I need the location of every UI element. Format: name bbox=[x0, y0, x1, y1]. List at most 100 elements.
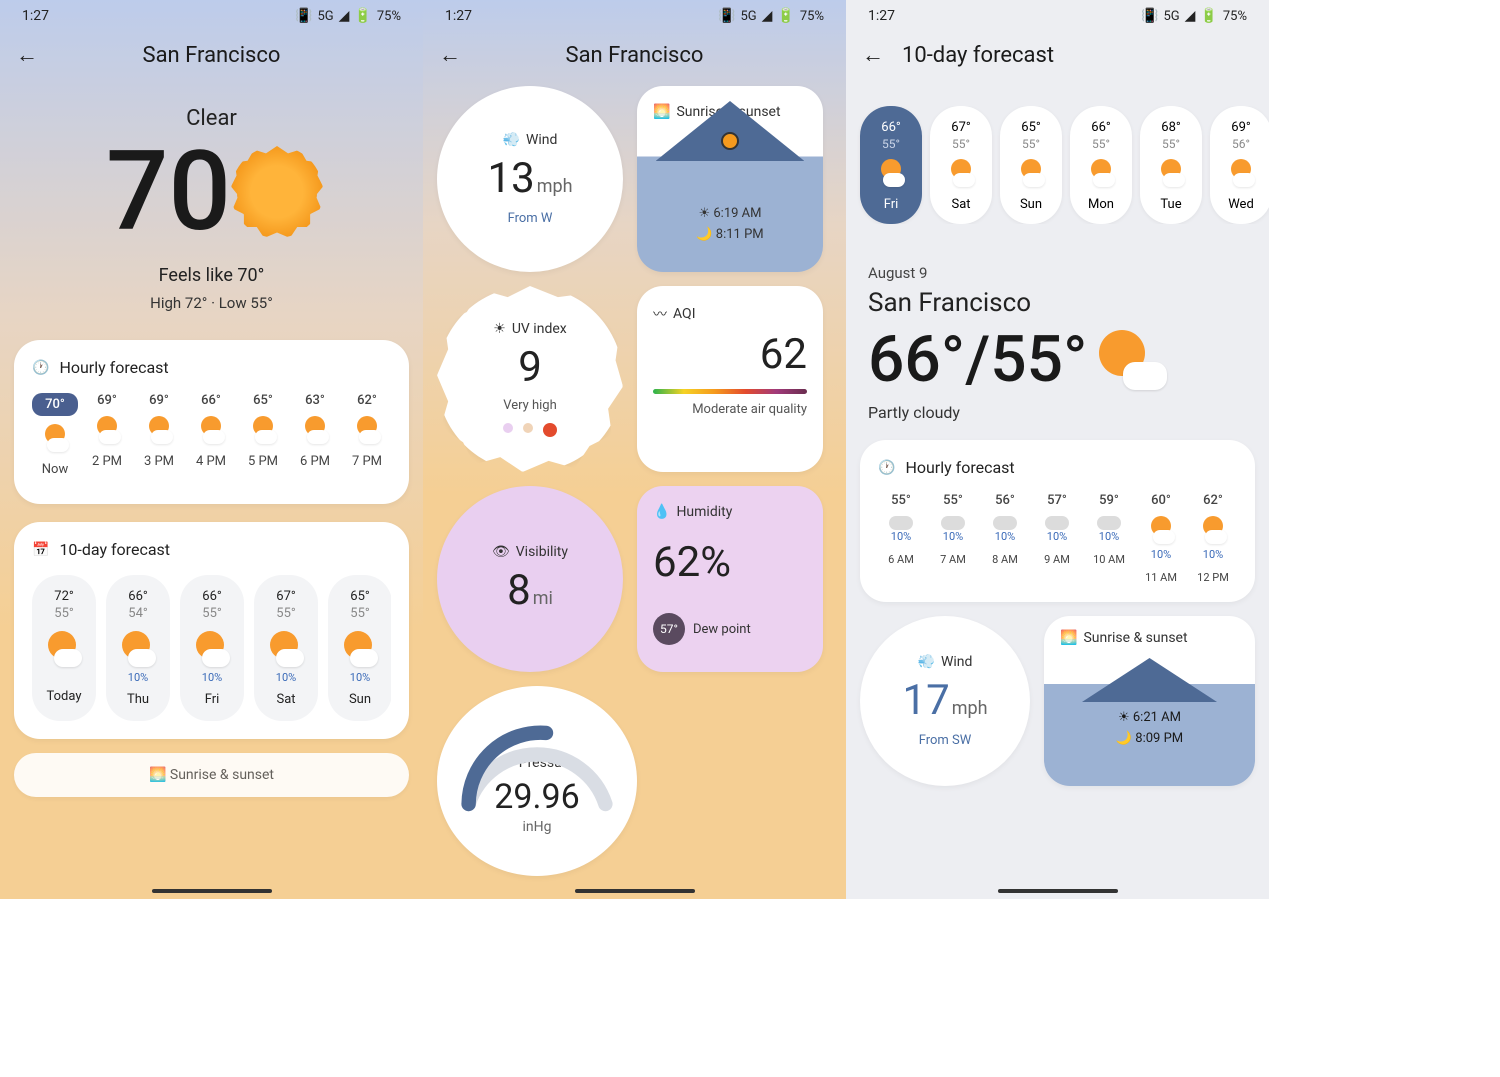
hour-item[interactable]: 69°3 PM bbox=[136, 393, 182, 486]
screen-overview: 1:27 📳 5G ◢ 🔋 75% ← San Francisco Clear … bbox=[0, 0, 423, 899]
clock: 1:27 bbox=[22, 8, 49, 24]
back-button[interactable]: ← bbox=[16, 42, 38, 68]
sun-icon: ☀ bbox=[493, 321, 506, 337]
back-button[interactable]: ← bbox=[862, 42, 884, 68]
pressure-tile[interactable]: ⚖Pressure 29.96 inHg bbox=[437, 686, 637, 876]
daily-card[interactable]: 📅 10-day forecast 72°55°Today66°54°10%Thu… bbox=[14, 522, 409, 739]
day-pill[interactable]: 67°55°Sat bbox=[930, 106, 992, 224]
sun-icon bbox=[237, 152, 317, 232]
eye-icon: 👁 bbox=[492, 544, 510, 560]
visibility-tile[interactable]: 👁Visibility 8mi bbox=[437, 486, 623, 672]
hour-item[interactable]: 59°10%10 AM bbox=[1086, 493, 1132, 584]
temp-range: 66°/55° bbox=[868, 322, 1247, 397]
daily-title: 10-day forecast bbox=[59, 540, 170, 559]
hourly-card[interactable]: 🕐Hourly forecast 70°Now69°2 PM69°3 PM66°… bbox=[14, 340, 409, 504]
sun-position-icon bbox=[721, 132, 739, 150]
wind-icon: 💨 bbox=[503, 132, 520, 148]
sunrise-icon: 🌅 bbox=[1060, 630, 1077, 646]
signal-icon: ◢ bbox=[762, 8, 773, 24]
aqi-bar bbox=[653, 389, 807, 394]
clock-icon: 🕐 bbox=[878, 460, 895, 476]
battery-icon: 🔋 bbox=[1200, 8, 1217, 24]
nav-bar[interactable] bbox=[575, 889, 695, 893]
page-title: San Francisco bbox=[566, 43, 704, 68]
hour-item[interactable]: 66°4 PM bbox=[188, 393, 234, 486]
header: ← San Francisco bbox=[423, 24, 846, 76]
day-pill[interactable]: 66°55°Fri bbox=[860, 106, 922, 224]
day-item[interactable]: 66°54°10%Thu bbox=[106, 575, 170, 721]
hour-item[interactable]: 70°Now bbox=[32, 393, 78, 486]
calendar-icon: 📅 bbox=[32, 542, 49, 558]
wind-icon: 💨 bbox=[918, 654, 935, 670]
screen-details: 1:27 📳 5G ◢ 🔋 75% ← San Francisco 💨Wind … bbox=[423, 0, 846, 899]
vibrate-icon: 📳 bbox=[1141, 8, 1158, 24]
network-label: 5G bbox=[317, 9, 333, 24]
hour-item[interactable]: 63°6 PM bbox=[292, 393, 338, 486]
hour-item[interactable]: 65°5 PM bbox=[240, 393, 286, 486]
city-label: San Francisco bbox=[868, 288, 1247, 318]
status-bar: 1:27 📳 5G ◢ 🔋 75% bbox=[423, 0, 846, 24]
sunrise-tile[interactable]: 🌅Sunrise & sunset ☀ 6:21 AM 🌙 8:09 PM bbox=[1044, 616, 1255, 786]
aqi-icon: 〰 bbox=[653, 304, 667, 324]
sunrise-tile[interactable]: 🌅Sunrise & sunset ☀ 6:19 AM 🌙 8:11 PM bbox=[637, 86, 823, 272]
cloud-icon bbox=[1123, 362, 1167, 390]
date-label: August 9 bbox=[868, 264, 1247, 282]
hourly-row[interactable]: 55°10%6 AM55°10%7 AM56°10%8 AM57°10%9 AM… bbox=[878, 493, 1237, 584]
day-item[interactable]: 67°55°10%Sat bbox=[254, 575, 318, 721]
clock: 1:27 bbox=[868, 8, 895, 24]
hourly-title: Hourly forecast bbox=[59, 358, 168, 377]
wind-tile[interactable]: 💨Wind 13mph From W bbox=[437, 86, 623, 272]
header: ← San Francisco bbox=[0, 24, 423, 76]
vibrate-icon: 📳 bbox=[295, 8, 312, 24]
clock: 1:27 bbox=[445, 8, 472, 24]
hour-item[interactable]: 69°2 PM bbox=[84, 393, 130, 486]
day-detail: August 9 San Francisco 66°/55° Partly cl… bbox=[846, 264, 1269, 422]
status-bar: 1:27 📳 5G ◢ 🔋 75% bbox=[846, 0, 1269, 24]
hourly-card[interactable]: 🕐Hourly forecast 55°10%6 AM55°10%7 AM56°… bbox=[860, 440, 1255, 602]
daily-row[interactable]: 72°55°Today66°54°10%Thu66°55°10%Fri67°55… bbox=[32, 575, 391, 721]
current-temp: 70 bbox=[106, 137, 317, 247]
day-item[interactable]: 65°55°10%Sun bbox=[328, 575, 391, 721]
hero: Clear 70 Feels like 70° High 72° · Low 5… bbox=[0, 76, 423, 322]
high-low: High 72° · Low 55° bbox=[0, 294, 423, 312]
hour-item[interactable]: 62°10%12 PM bbox=[1190, 493, 1236, 584]
day-pill[interactable]: 68°55°Tue bbox=[1140, 106, 1202, 224]
signal-icon: ◢ bbox=[339, 8, 350, 24]
aqi-tile[interactable]: 〰AQI 62 Moderate air quality bbox=[637, 286, 823, 472]
hour-item[interactable]: 56°10%8 AM bbox=[982, 493, 1028, 584]
sunrise-icon: 🌅 bbox=[653, 104, 670, 120]
day-pill[interactable]: 69°56°Wed bbox=[1210, 106, 1269, 224]
day-item[interactable]: 72°55°Today bbox=[32, 575, 96, 721]
hour-item[interactable]: 55°10%6 AM bbox=[878, 493, 924, 584]
hour-item[interactable]: 60°10%11 AM bbox=[1138, 493, 1184, 584]
day-pill[interactable]: 65°55°Sun bbox=[1000, 106, 1062, 224]
battery-icon: 🔋 bbox=[354, 8, 371, 24]
page-title: 10-day forecast bbox=[902, 43, 1054, 68]
condition-label: Partly cloudy bbox=[868, 403, 1247, 422]
back-button[interactable]: ← bbox=[439, 42, 461, 68]
vibrate-icon: 📳 bbox=[718, 8, 735, 24]
wind-tile[interactable]: 💨Wind 17mph From SW bbox=[860, 616, 1030, 786]
header: ← 10-day forecast bbox=[846, 24, 1269, 76]
status-icons: 📳 5G ◢ 🔋 75% bbox=[295, 8, 401, 24]
screen-forecast: 1:27 📳 5G ◢ 🔋 75% ← 10-day forecast 66°5… bbox=[846, 0, 1269, 899]
day-pills[interactable]: 66°55°Fri67°55°Sat65°55°Sun66°55°Mon68°5… bbox=[846, 106, 1269, 224]
hour-item[interactable]: 62°7 PM bbox=[344, 393, 390, 486]
battery-pct: 75% bbox=[377, 9, 401, 24]
uv-tile[interactable]: ☀UV index 9 Very high bbox=[437, 286, 623, 472]
day-pill[interactable]: 66°55°Mon bbox=[1070, 106, 1132, 224]
droplet-icon: 💧 bbox=[653, 504, 670, 520]
humidity-tile[interactable]: 💧Humidity 62% 57°Dew point bbox=[637, 486, 823, 672]
nav-bar[interactable] bbox=[152, 889, 272, 893]
hour-item[interactable]: 55°10%7 AM bbox=[930, 493, 976, 584]
hour-item[interactable]: 57°10%9 AM bbox=[1034, 493, 1080, 584]
battery-icon: 🔋 bbox=[777, 8, 794, 24]
status-icons: 📳 5G ◢ 🔋 75% bbox=[718, 8, 824, 24]
nav-bar[interactable] bbox=[998, 889, 1118, 893]
feels-like: Feels like 70° bbox=[0, 265, 423, 286]
hourly-row[interactable]: 70°Now69°2 PM69°3 PM66°4 PM65°5 PM63°6 P… bbox=[32, 393, 391, 486]
sunrise-peek[interactable]: 🌅 Sunrise & sunset bbox=[14, 753, 409, 797]
signal-icon: ◢ bbox=[1185, 8, 1196, 24]
day-item[interactable]: 66°55°10%Fri bbox=[180, 575, 244, 721]
status-bar: 1:27 📳 5G ◢ 🔋 75% bbox=[0, 0, 423, 24]
